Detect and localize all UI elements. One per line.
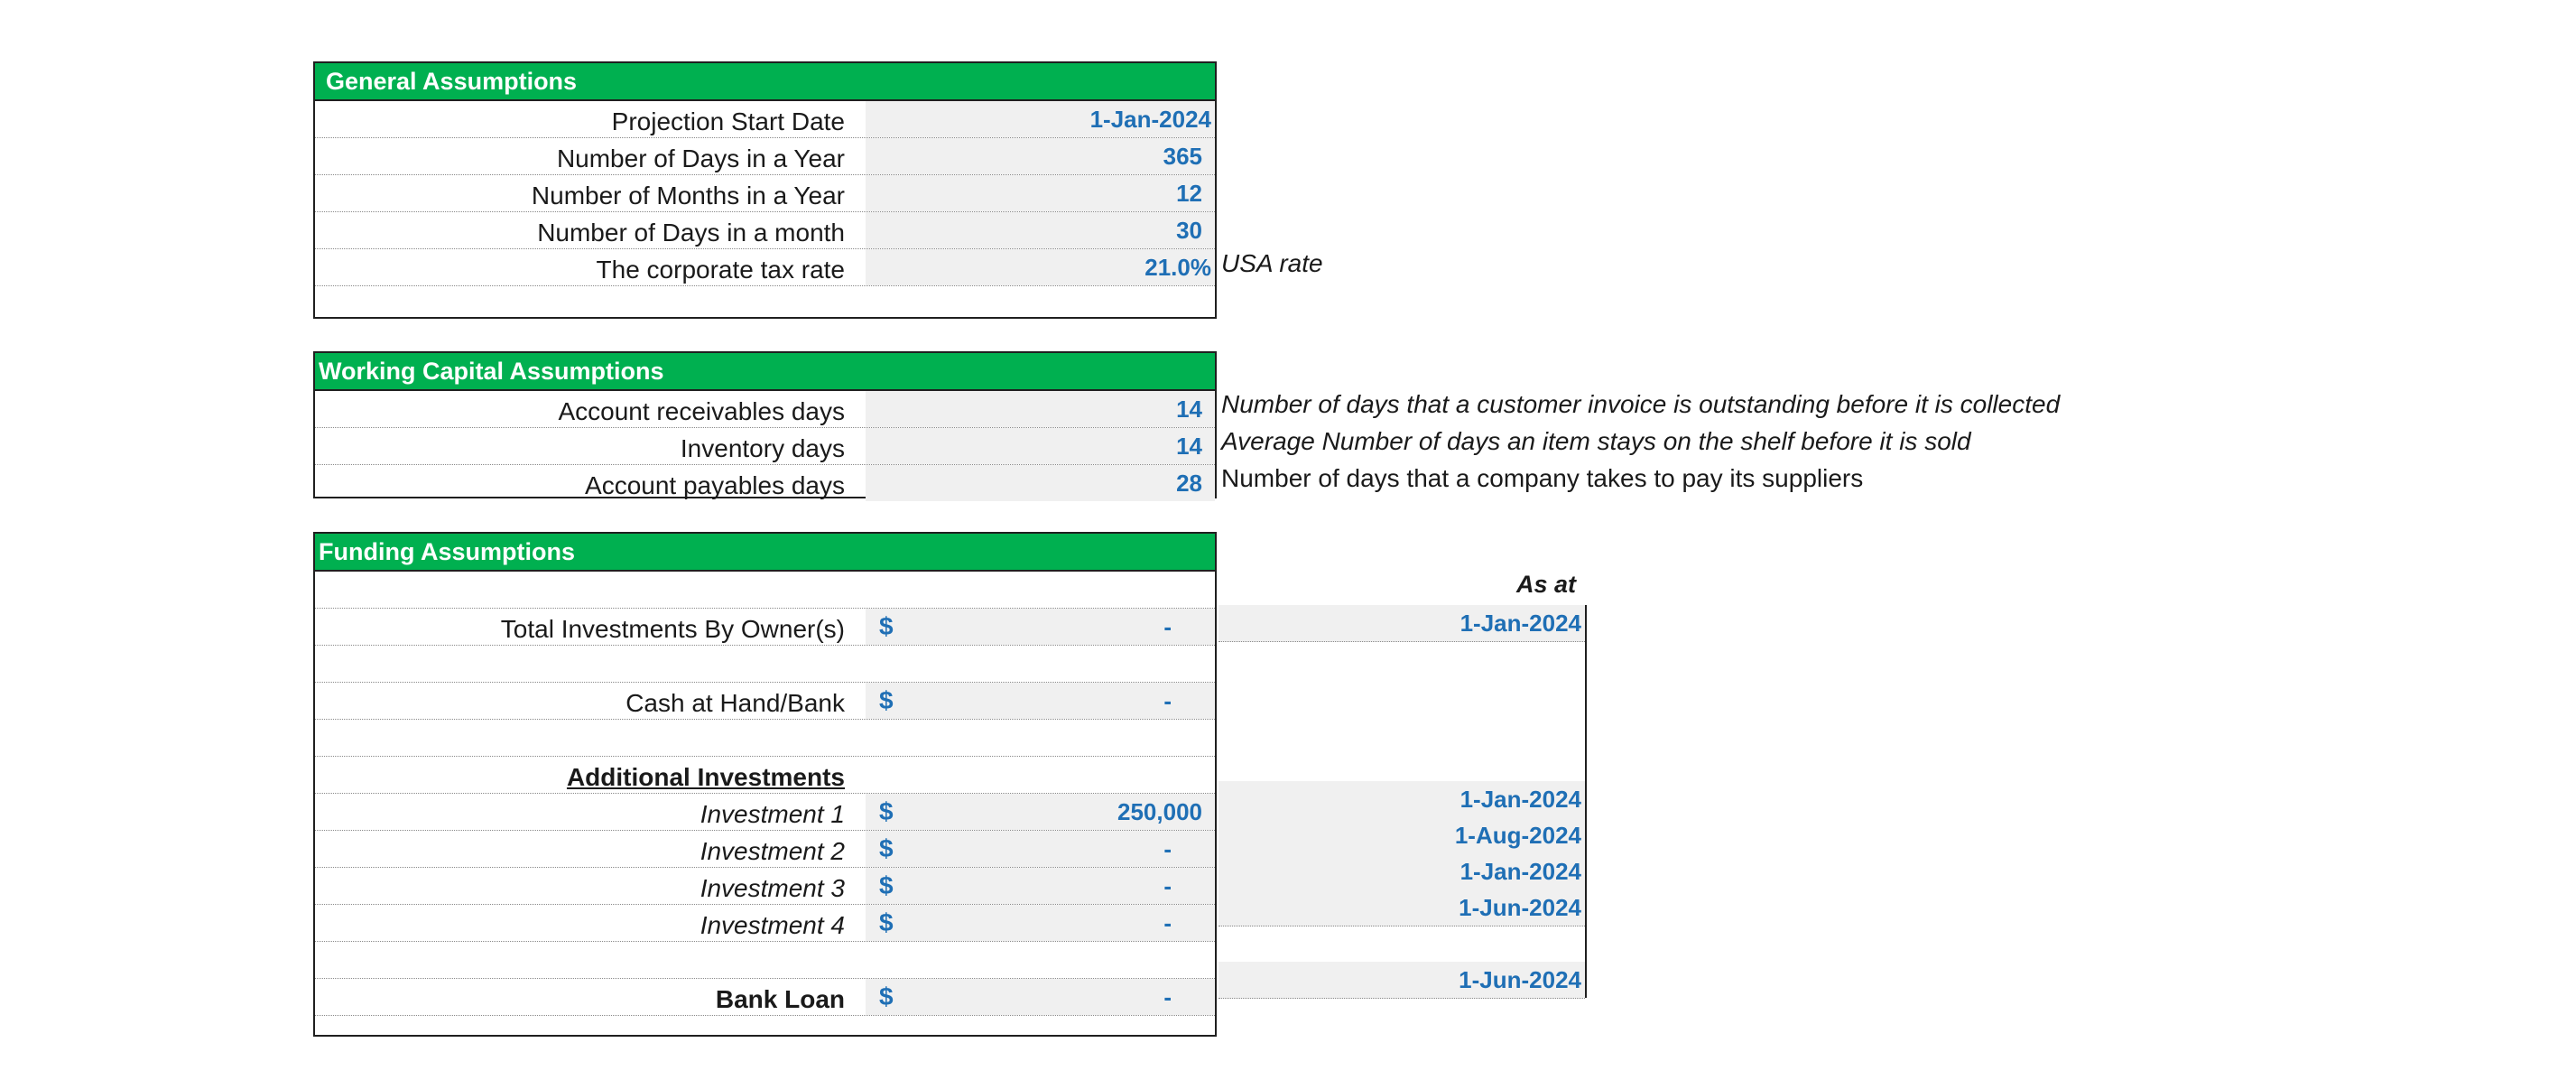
general-assumptions-header: General Assumptions <box>315 63 1215 101</box>
value-cell[interactable]: 14 <box>866 391 1215 427</box>
tax-rate-note: USA rate <box>1221 249 1323 277</box>
general-assumptions-section: General Assumptions Projection Start Dat… <box>313 61 1217 319</box>
row-label: Total Investments By Owner(s) <box>500 615 845 643</box>
date-cell-investment-1[interactable]: 1-Jan-2024 <box>1219 781 1585 818</box>
receivables-note: Number of days that a customer invoice i… <box>1221 390 2061 418</box>
general-row-empty <box>315 286 1215 322</box>
value-cell[interactable]: $ - <box>866 979 1215 1015</box>
row-value: 12 <box>1176 180 1202 207</box>
dollar-sign: $ <box>879 686 894 714</box>
row-value: - <box>1163 835 1172 862</box>
general-row-months-year: Number of Months in a Year 12 <box>315 175 1215 212</box>
row-label: Cash at Hand/Bank <box>625 689 845 717</box>
wc-row-inventory: Inventory days 14 <box>315 428 1215 465</box>
funding-row-spacer <box>315 720 1215 757</box>
funding-row-additional-header: Additional Investments <box>315 757 1215 794</box>
row-label: Number of Days in a Year <box>556 144 845 172</box>
value-cell[interactable]: 14 <box>866 428 1215 464</box>
row-value: - <box>1163 687 1172 714</box>
inventory-note: Average Number of days an item stays on … <box>1221 427 1971 455</box>
date-value: 1-Jan-2024 <box>1459 858 1581 885</box>
wc-row-payables: Account payables days 28 <box>315 465 1215 501</box>
funding-row-spacer <box>315 572 1215 609</box>
row-value: - <box>1163 872 1172 899</box>
additional-investments-heading: Additional Investments <box>566 763 845 791</box>
row-label: Investment 3 <box>700 874 845 902</box>
row-label: Number of Days in a month <box>537 219 845 247</box>
row-value: - <box>1163 613 1172 640</box>
as-at-label: As at <box>1516 571 1577 598</box>
value-cell[interactable]: 12 <box>866 175 1215 211</box>
funding-header: Funding Assumptions <box>315 534 1215 572</box>
working-capital-section: Working Capital Assumptions Account rece… <box>313 351 1217 501</box>
funding-row-spacer <box>315 942 1215 979</box>
row-value: 30 <box>1176 217 1202 244</box>
row-value: 21.0% <box>1144 254 1211 281</box>
row-value: 28 <box>1176 470 1202 497</box>
row-value: - <box>1163 983 1172 1010</box>
date-value: 1-Jun-2024 <box>1459 894 1581 921</box>
value-cell[interactable]: 1-Jan-2024 <box>866 101 1215 137</box>
dollar-sign: $ <box>879 612 894 640</box>
row-label: Investment 1 <box>700 800 845 828</box>
funding-row-investment-2: Investment 2 $ - <box>315 831 1215 868</box>
row-value: - <box>1163 909 1172 936</box>
dollar-sign: $ <box>879 982 894 1010</box>
value-cell[interactable]: 21.0% <box>866 249 1215 285</box>
row-label: Investment 4 <box>700 911 845 939</box>
funding-row-bank-loan: Bank Loan $ - <box>315 979 1215 1016</box>
value-cell[interactable]: $ - <box>866 868 1215 904</box>
date-value: 1-Jan-2024 <box>1459 786 1581 813</box>
funding-row-investment-1: Investment 1 $ 250,000 <box>315 794 1215 831</box>
row-value: 14 <box>1176 396 1202 423</box>
funding-row-total-investments: Total Investments By Owner(s) $ - <box>315 609 1215 646</box>
date-cell-investment-4[interactable]: 1-Jun-2024 <box>1219 889 1585 926</box>
date-cell-total-investments[interactable]: 1-Jan-2024 <box>1219 605 1585 642</box>
value-cell[interactable]: $ 250,000 <box>866 794 1215 830</box>
value-cell[interactable]: $ - <box>866 683 1215 719</box>
row-value: 250,000 <box>1117 798 1202 825</box>
general-row-start-date: Projection Start Date 1-Jan-2024 <box>315 101 1215 138</box>
funding-row-cash: Cash at Hand/Bank $ - <box>315 683 1215 720</box>
row-label: Account receivables days <box>558 397 845 425</box>
date-cell-investment-2[interactable]: 1-Aug-2024 <box>1219 817 1585 854</box>
row-value: 1-Jan-2024 <box>1089 106 1211 133</box>
row-label: Inventory days <box>680 434 845 462</box>
date-cell-bank-loan[interactable]: 1-Jun-2024 <box>1219 962 1585 999</box>
value-cell[interactable]: $ - <box>866 831 1215 867</box>
funding-row-spacer <box>315 646 1215 683</box>
row-label: Bank Loan <box>715 985 845 1013</box>
funding-row-investment-4: Investment 4 $ - <box>315 905 1215 942</box>
dollar-sign: $ <box>879 797 894 825</box>
funding-date-column: 1-Jan-2024 1-Jan-2024 1-Aug-2024 1-Jan-2… <box>1219 605 1587 999</box>
value-cell[interactable]: $ - <box>866 905 1215 941</box>
wc-row-receivables: Account receivables days 14 <box>315 391 1215 428</box>
value-cell[interactable]: 30 <box>866 212 1215 248</box>
funding-row-investment-3: Investment 3 $ - <box>315 868 1215 905</box>
row-label: Investment 2 <box>700 837 845 865</box>
general-row-tax-rate: The corporate tax rate 21.0% <box>315 249 1215 286</box>
general-row-days-year: Number of Days in a Year 365 <box>315 138 1215 175</box>
dollar-sign: $ <box>879 834 894 862</box>
date-cell-investment-3[interactable]: 1-Jan-2024 <box>1219 853 1585 890</box>
funding-section: Funding Assumptions Total Investments By… <box>313 532 1217 1037</box>
general-row-days-month: Number of Days in a month 30 <box>315 212 1215 249</box>
row-label: Number of Months in a Year <box>531 182 845 209</box>
value-cell[interactable]: 28 <box>866 465 1215 501</box>
row-label: Projection Start Date <box>611 107 845 135</box>
working-capital-header: Working Capital Assumptions <box>315 353 1215 391</box>
row-label: Account payables days <box>585 471 845 499</box>
dollar-sign: $ <box>879 871 894 899</box>
value-cell[interactable]: $ - <box>866 609 1215 645</box>
payables-note: Number of days that a company takes to p… <box>1221 464 1864 492</box>
date-value: 1-Jun-2024 <box>1459 966 1581 993</box>
funding-row-spacer <box>315 1016 1215 1052</box>
date-value: 1-Aug-2024 <box>1454 822 1581 849</box>
row-value: 14 <box>1176 433 1202 460</box>
dollar-sign: $ <box>879 908 894 936</box>
row-label: The corporate tax rate <box>596 256 845 284</box>
value-cell[interactable]: 365 <box>866 138 1215 174</box>
date-value: 1-Jan-2024 <box>1459 610 1581 637</box>
row-value: 365 <box>1163 143 1202 170</box>
